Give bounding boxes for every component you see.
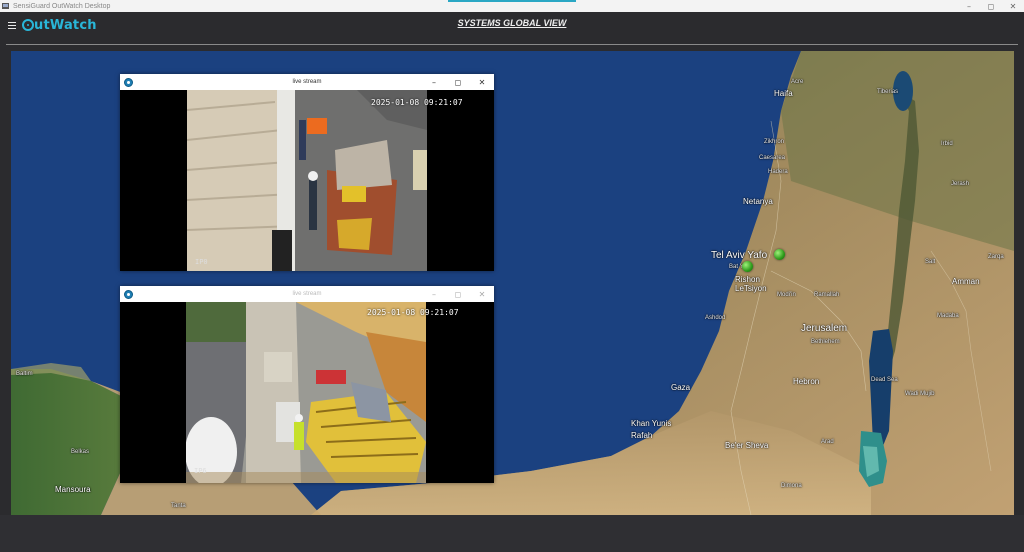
minimize-button[interactable]: –	[958, 0, 980, 12]
map-label-wadi-mujib: Wadi Mujib	[905, 391, 935, 397]
status-bar	[0, 515, 1024, 552]
titlebar-accent	[448, 0, 576, 2]
map-label-mansoura: Mansoura	[55, 485, 91, 494]
map-label-haifa: Haifa	[774, 89, 793, 98]
camera-label: IP0	[195, 258, 208, 266]
stream-window-controls: – ◻ ✕	[422, 74, 494, 90]
map-label-dimona: Dimona	[781, 483, 802, 489]
app-icon	[2, 3, 9, 9]
header-divider	[6, 44, 1018, 45]
stream-maximize-button[interactable]: ◻	[446, 74, 470, 90]
map-label-hebron: Hebron	[793, 377, 820, 386]
map-label-bethlehem: Bethlehem	[811, 339, 840, 345]
stream-maximize-button[interactable]: ◻	[446, 286, 470, 302]
site-marker[interactable]	[774, 249, 785, 260]
camera-feed-image	[186, 302, 426, 483]
page-title: SYSTEMS GLOBAL VIEW	[457, 18, 567, 28]
map-label-ramallah: Ramallah	[814, 292, 840, 298]
site-marker[interactable]	[742, 261, 753, 272]
map-label-salt: Salt	[925, 259, 936, 265]
camera-label: IP6	[194, 467, 207, 475]
map-label-ashdod: Ashdod	[705, 315, 726, 321]
map-label-modiin: Modi'in	[777, 292, 796, 298]
stream-close-button[interactable]: ✕	[470, 286, 494, 302]
camera-feed	[187, 90, 427, 271]
stream-titlebar[interactable]: live stream – ◻ ✕	[120, 74, 494, 90]
map-label-rishon: Rishon	[735, 275, 760, 284]
map-label-caesarea: Caesarea	[759, 155, 786, 161]
map-label-arad: Arad	[821, 439, 834, 445]
map-label-acre: Acre	[791, 79, 804, 85]
map-label-tiberias: Tiberias	[877, 89, 899, 95]
map-label-belkas: Belkas	[71, 449, 90, 455]
stream-close-button[interactable]: ✕	[470, 74, 494, 90]
window-title: SensiGuard OutWatch Desktop	[13, 2, 111, 10]
live-stream-window[interactable]: live stream – ◻ ✕ 2025-01-08 09:21:07 IP…	[120, 286, 494, 483]
stream-window-controls: – ◻ ✕	[422, 286, 494, 302]
map-label-zikhron: Zikhron	[764, 139, 785, 145]
app-header: utWatch SYSTEMS GLOBAL VIEW	[0, 12, 1024, 46]
map-label-hadera: Hadera	[768, 169, 788, 175]
live-stream-window[interactable]: live stream – ◻ ✕ 2025-01-08 09:21:07 IP…	[120, 74, 494, 271]
os-titlebar: SensiGuard OutWatch Desktop – ◻ ✕	[0, 0, 1024, 12]
map-label-irbid: Irbid	[941, 141, 953, 147]
map-label-gaza: Gaza	[671, 383, 691, 392]
window-controls: – ◻ ✕	[958, 0, 1024, 12]
stream-timestamp: 2025-01-08 09:21:07	[367, 308, 459, 317]
maximize-button[interactable]: ◻	[980, 0, 1002, 12]
map-label-rafah: Rafah	[631, 431, 653, 440]
close-button[interactable]: ✕	[1002, 0, 1024, 12]
map-label-jerusalem: Jerusalem	[801, 323, 848, 334]
camera-feed	[186, 302, 426, 483]
camera-feed-image	[187, 90, 427, 271]
map-label-madaba: Madaba	[937, 313, 959, 319]
video-area: 2025-01-08 09:21:07 IP6	[120, 302, 494, 483]
map-label-amman: Amman	[952, 277, 980, 286]
stream-titlebar[interactable]: live stream – ◻ ✕	[120, 286, 494, 302]
map-label-baltim: Baltim	[16, 371, 33, 377]
stream-timestamp: 2025-01-08 09:21:07	[371, 98, 463, 107]
map-label-tel-aviv: Tel Aviv Yafo	[711, 250, 768, 261]
map-label-beer-sheva: Be'er Sheva	[725, 441, 769, 450]
video-area: 2025-01-08 09:21:07 IP0	[120, 90, 494, 271]
map-label-letsiyon: LeTsiyon	[735, 284, 767, 293]
map-label-zarqa: Zarqa	[988, 254, 1004, 260]
map-label-dead-sea: Dead Sea	[871, 377, 898, 383]
map-label-khan-yunis: Khan Yunis	[631, 419, 672, 428]
stream-minimize-button[interactable]: –	[422, 74, 446, 90]
map-label-tanta: Tanta	[171, 503, 186, 509]
map-label-netanya: Netanya	[743, 197, 773, 206]
map-label-jerash: Jerash	[951, 181, 970, 187]
stream-minimize-button[interactable]: –	[422, 286, 446, 302]
